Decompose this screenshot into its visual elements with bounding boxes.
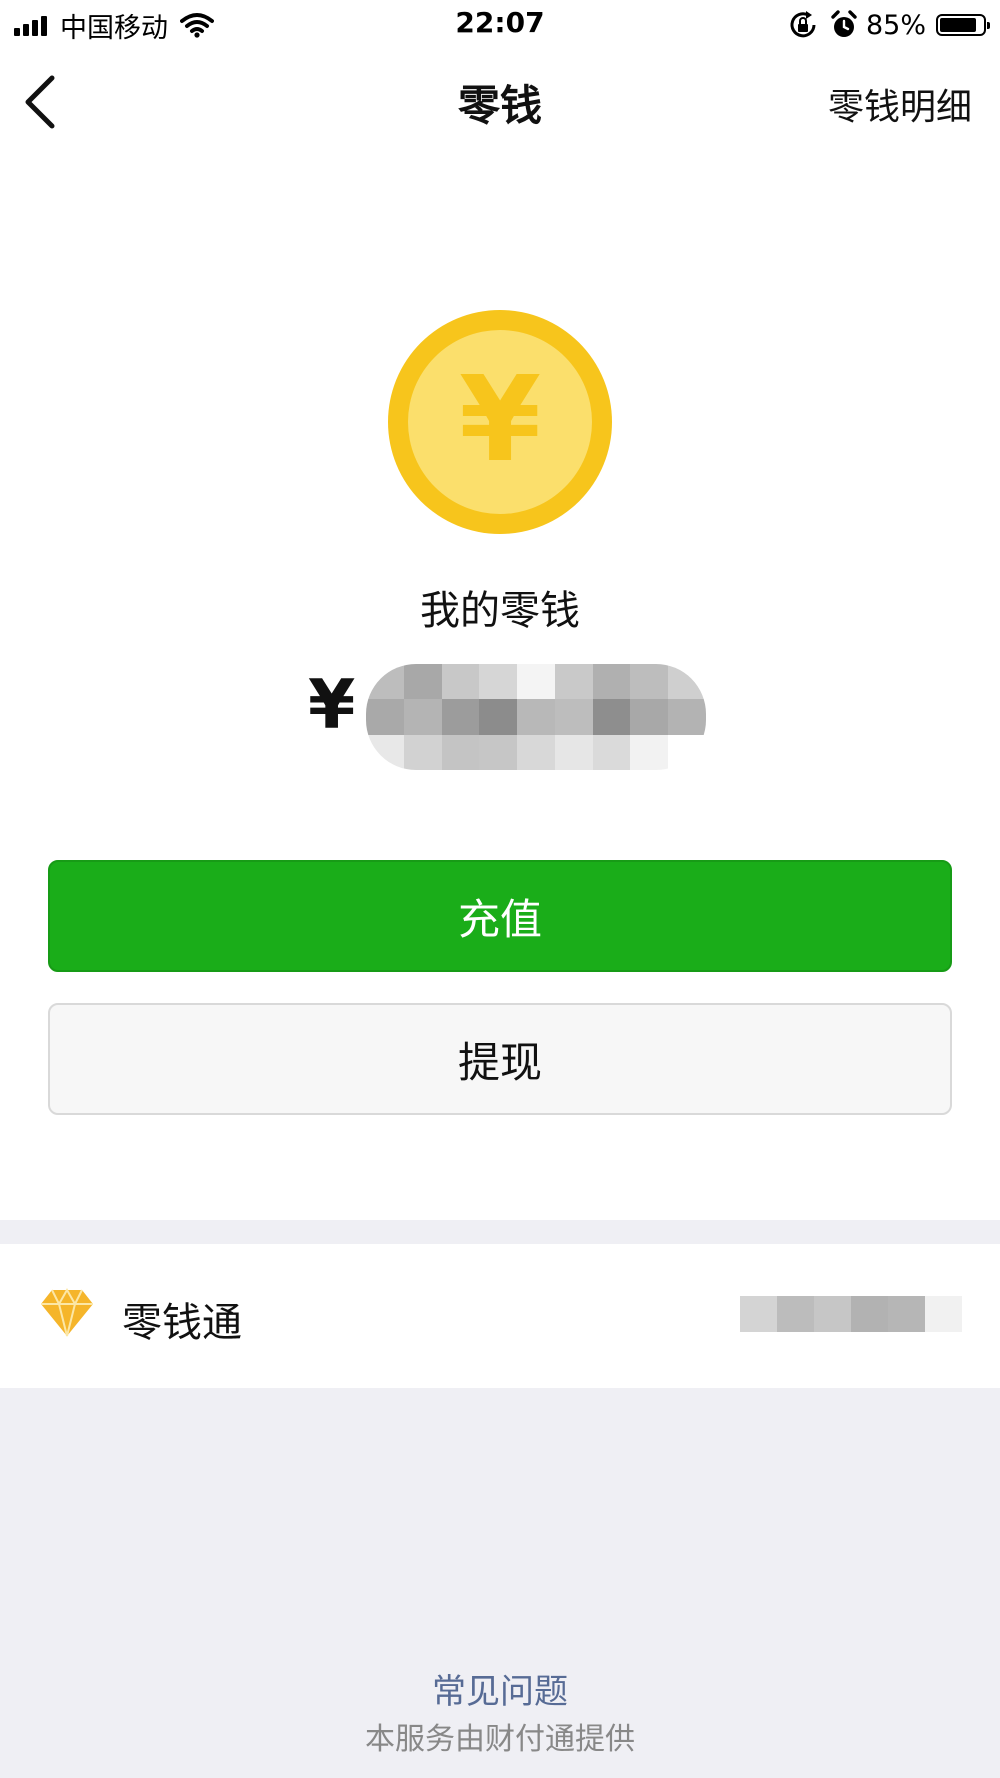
mosaic-block (777, 1296, 814, 1332)
yen-coin-icon: ¥ (388, 310, 612, 534)
mosaic-block (668, 734, 706, 770)
mosaic-block (630, 699, 669, 735)
mosaic-block (554, 699, 593, 735)
mosaic-block (888, 1296, 925, 1332)
battery-fill (940, 18, 976, 32)
mosaic-block (366, 664, 404, 700)
chevron-left-icon (25, 75, 55, 129)
diamond-icon (41, 1288, 93, 1337)
obscured-value (740, 1296, 962, 1332)
recharge-button[interactable]: 充值 (48, 860, 952, 972)
status-bar: 中国移动 22:07 85% (0, 0, 1000, 50)
mosaic-block (668, 699, 706, 735)
battery-percent: 85% (865, 9, 926, 41)
mosaic-block (403, 699, 442, 735)
mosaic-block (366, 699, 404, 735)
balance-label: 我的零钱 (420, 588, 580, 634)
mosaic-block (740, 1296, 777, 1332)
mosaic-block (630, 664, 669, 700)
mosaic-block (554, 664, 593, 700)
list-item-label: 零钱通 (122, 1300, 242, 1346)
mosaic-block (668, 664, 706, 700)
withdraw-button[interactable]: 提现 (48, 1003, 952, 1115)
provider-note: 本服务由财付通提供 (365, 1722, 635, 1757)
balance-amount: ¥ (300, 660, 720, 780)
mosaic-block (479, 734, 518, 770)
mosaic-block (554, 734, 593, 770)
mosaic-block (630, 734, 669, 770)
mosaic-block (814, 1296, 851, 1332)
obscured-amount (366, 664, 706, 770)
mosaic-block (479, 664, 518, 700)
mosaic-block (517, 664, 555, 700)
mosaic-block (851, 1296, 888, 1332)
mosaic-block (441, 734, 480, 770)
balance-details-link[interactable]: 零钱明细 (828, 78, 972, 130)
alarm-icon (831, 10, 857, 37)
currency-symbol: ¥ (308, 666, 356, 745)
faq-link[interactable]: 常见问题 (432, 1672, 568, 1712)
faq-link-row: 常见问题 (0, 1664, 1000, 1713)
mosaic-block (517, 734, 555, 770)
mosaic-block (366, 734, 404, 770)
mosaic-block (441, 664, 480, 700)
mosaic-block (925, 1296, 962, 1332)
mosaic-block (517, 699, 555, 735)
mosaic-block (592, 734, 631, 770)
mosaic-block (441, 699, 480, 735)
battery-icon (936, 14, 990, 36)
nav-bar: 零钱 零钱明细 (0, 50, 1000, 152)
mosaic-block (592, 699, 631, 735)
mosaic-block (403, 664, 442, 700)
list-item-lingqiantong[interactable]: 零钱通 (0, 1244, 1000, 1388)
status-right: 85% (788, 8, 990, 42)
mosaic-block (592, 664, 631, 700)
mosaic-block (403, 734, 442, 770)
coin-symbol: ¥ (459, 350, 541, 488)
mosaic-block (479, 699, 518, 735)
rotation-lock-icon (790, 11, 816, 38)
back-button[interactable] (16, 68, 76, 134)
